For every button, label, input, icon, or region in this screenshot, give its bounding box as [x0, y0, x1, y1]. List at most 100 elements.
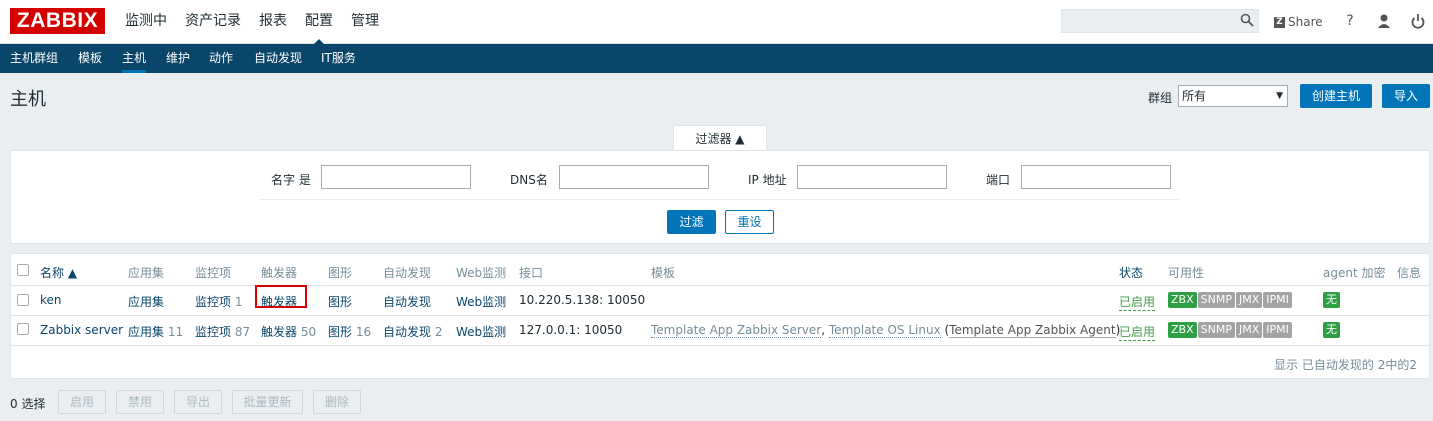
filter-port-label: 端口 — [986, 173, 1011, 187]
discovery-link[interactable]: 自动发现 — [383, 325, 431, 339]
column-header-graphs: 图形 — [328, 266, 353, 280]
zabbix-logo[interactable]: ZABBIX — [10, 8, 105, 34]
host-name-link[interactable]: ken — [40, 293, 62, 307]
column-header-info: 信息 — [1397, 266, 1422, 280]
applications-cell: 应用集 — [128, 293, 164, 310]
graphs-link[interactable]: 图形 — [328, 325, 352, 339]
row-divider — [11, 285, 1429, 286]
select-all-checkbox[interactable] — [17, 264, 29, 276]
main-menu: 监测中 资产记录 报表 配置 管理 — [116, 0, 388, 45]
items-count: 1 — [234, 295, 243, 309]
interface-cell: 10.220.5.138: 10050 — [519, 293, 646, 307]
global-search-input[interactable] — [1061, 9, 1259, 33]
filter-tab[interactable]: 过滤器 ▲ — [673, 125, 767, 151]
row-divider — [11, 345, 1429, 346]
triggers-count: 50 — [300, 325, 317, 339]
main-menu-administration[interactable]: 管理 — [342, 0, 388, 44]
page-title: 主机 — [10, 89, 46, 110]
items-link[interactable]: 监控项 — [195, 295, 231, 309]
main-menu-monitoring[interactable]: 监测中 — [116, 0, 176, 44]
main-menu-reports[interactable]: 报表 — [250, 0, 296, 44]
sub-menu-it-services[interactable]: IT服务 — [321, 44, 356, 73]
row-checkbox[interactable] — [17, 323, 29, 335]
filter-dns-input[interactable] — [559, 165, 709, 189]
graphs-cell: 图形 16 — [328, 323, 371, 340]
create-host-button[interactable]: 创建主机 — [1300, 84, 1372, 108]
filter-port-input[interactable] — [1021, 165, 1171, 189]
column-header-discovery: 自动发现 — [383, 266, 432, 280]
share-link[interactable]: Z Share — [1274, 13, 1323, 31]
enable-button[interactable]: 启用 — [58, 390, 106, 414]
sub-menu-discovery[interactable]: 自动发现 — [254, 44, 302, 73]
items-count: 87 — [234, 325, 251, 339]
zbx-badge: ZBX — [1168, 292, 1197, 308]
sub-menu: 主机群组 模板 主机 维护 动作 自动发现 IT服务 — [0, 44, 1433, 73]
snmp-badge: SNMP — [1197, 292, 1235, 308]
filter-dns-label: DNS名 — [510, 173, 548, 187]
availability-badges: ZBX SNMP JMX IPMI — [1168, 322, 1292, 338]
interface-cell: 127.0.0.1: 10050 — [519, 323, 623, 337]
triggers-cell: 触发器 50 — [261, 323, 316, 340]
column-header-name[interactable]: 名称 ▲ — [40, 264, 77, 281]
triggers-link[interactable]: 触发器 — [261, 325, 297, 339]
help-icon[interactable]: ? — [1342, 12, 1358, 30]
discovery-link[interactable]: 自动发现 — [383, 295, 431, 309]
filter-apply-button[interactable]: 过滤 — [667, 210, 716, 234]
column-header-agent-encryption: agent 加密 — [1323, 266, 1386, 280]
filter-panel: 名字 是 DNS名 IP 地址 端口 过滤 重设 — [10, 150, 1430, 244]
user-profile-icon[interactable] — [1376, 12, 1392, 30]
filter-reset-button[interactable]: 重设 — [725, 210, 774, 234]
main-menu-inventory[interactable]: 资产记录 — [176, 0, 250, 44]
filter-name-label: 名字 是 — [271, 173, 311, 187]
column-header-status[interactable]: 状态 — [1119, 264, 1143, 281]
filter-ip-label: IP 地址 — [748, 173, 787, 187]
sub-menu-maintenance[interactable]: 维护 — [166, 44, 190, 73]
snmp-badge: SNMP — [1197, 322, 1235, 338]
selected-count: 0 选择 — [10, 397, 46, 411]
parent-template-link[interactable]: Template App Zabbix Agent — [949, 323, 1116, 338]
highlight-box — [255, 285, 307, 308]
template-separator: , — [821, 323, 829, 337]
search-icon[interactable] — [1240, 13, 1254, 27]
sub-menu-templates[interactable]: 模板 — [78, 44, 102, 73]
column-header-interface: 接口 — [519, 266, 544, 280]
applications-link[interactable]: 应用集 — [128, 295, 164, 309]
filter-divider — [259, 199, 1179, 200]
status-toggle[interactable]: 已启用 — [1119, 293, 1156, 311]
applications-link[interactable]: 应用集 — [128, 325, 164, 339]
template-link[interactable]: Template OS Linux — [828, 323, 941, 338]
column-header-web: Web监测 — [456, 266, 507, 280]
import-button[interactable]: 导入 — [1382, 84, 1430, 108]
ipmi-badge: IPMI — [1263, 322, 1292, 338]
filter-name-input[interactable] — [321, 165, 471, 189]
applications-cell: 应用集 11 — [128, 323, 183, 340]
sub-menu-host-groups[interactable]: 主机群组 — [10, 44, 58, 73]
disable-button[interactable]: 禁用 — [116, 390, 164, 414]
items-link[interactable]: 监控项 — [195, 325, 231, 339]
share-icon: Z — [1274, 16, 1285, 28]
graphs-link[interactable]: 图形 — [328, 295, 352, 309]
sub-menu-hosts[interactable]: 主机 — [122, 44, 147, 73]
column-header-templates: 模板 — [651, 266, 676, 280]
hosts-table: 名称 ▲ 应用集 监控项 触发器 图形 自动发现 Web监测 接口 模板 状态 … — [10, 253, 1430, 379]
sub-menu-actions[interactable]: 动作 — [209, 44, 233, 73]
delete-button[interactable]: 删除 — [313, 390, 361, 414]
logout-icon[interactable] — [1410, 12, 1426, 30]
row-checkbox[interactable] — [17, 294, 29, 306]
group-select[interactable]: 所有 ▼ — [1178, 85, 1288, 107]
share-label: Share — [1288, 15, 1323, 29]
main-menu-configuration[interactable]: 配置 — [296, 0, 342, 45]
filter-ip-input[interactable] — [797, 165, 947, 189]
status-toggle[interactable]: 已启用 — [1119, 323, 1156, 341]
web-link[interactable]: Web监测 — [456, 293, 506, 310]
export-button[interactable]: 导出 — [174, 390, 222, 414]
mass-update-button[interactable]: 批量更新 — [232, 390, 303, 414]
template-link[interactable]: Template App Zabbix Server — [651, 323, 822, 338]
web-link[interactable]: Web监测 — [456, 323, 506, 340]
graphs-cell: 图形 — [328, 293, 352, 310]
table-footer-count: 显示 已自动发现的 2中的2 — [1274, 358, 1417, 372]
column-header-triggers: 触发器 — [261, 266, 298, 280]
discovery-cell: 自动发现 2 — [383, 323, 442, 340]
host-name-link[interactable]: Zabbix server — [40, 323, 123, 337]
top-header: ZABBIX 监测中 资产记录 报表 配置 管理 Z Share ? — [0, 0, 1433, 45]
